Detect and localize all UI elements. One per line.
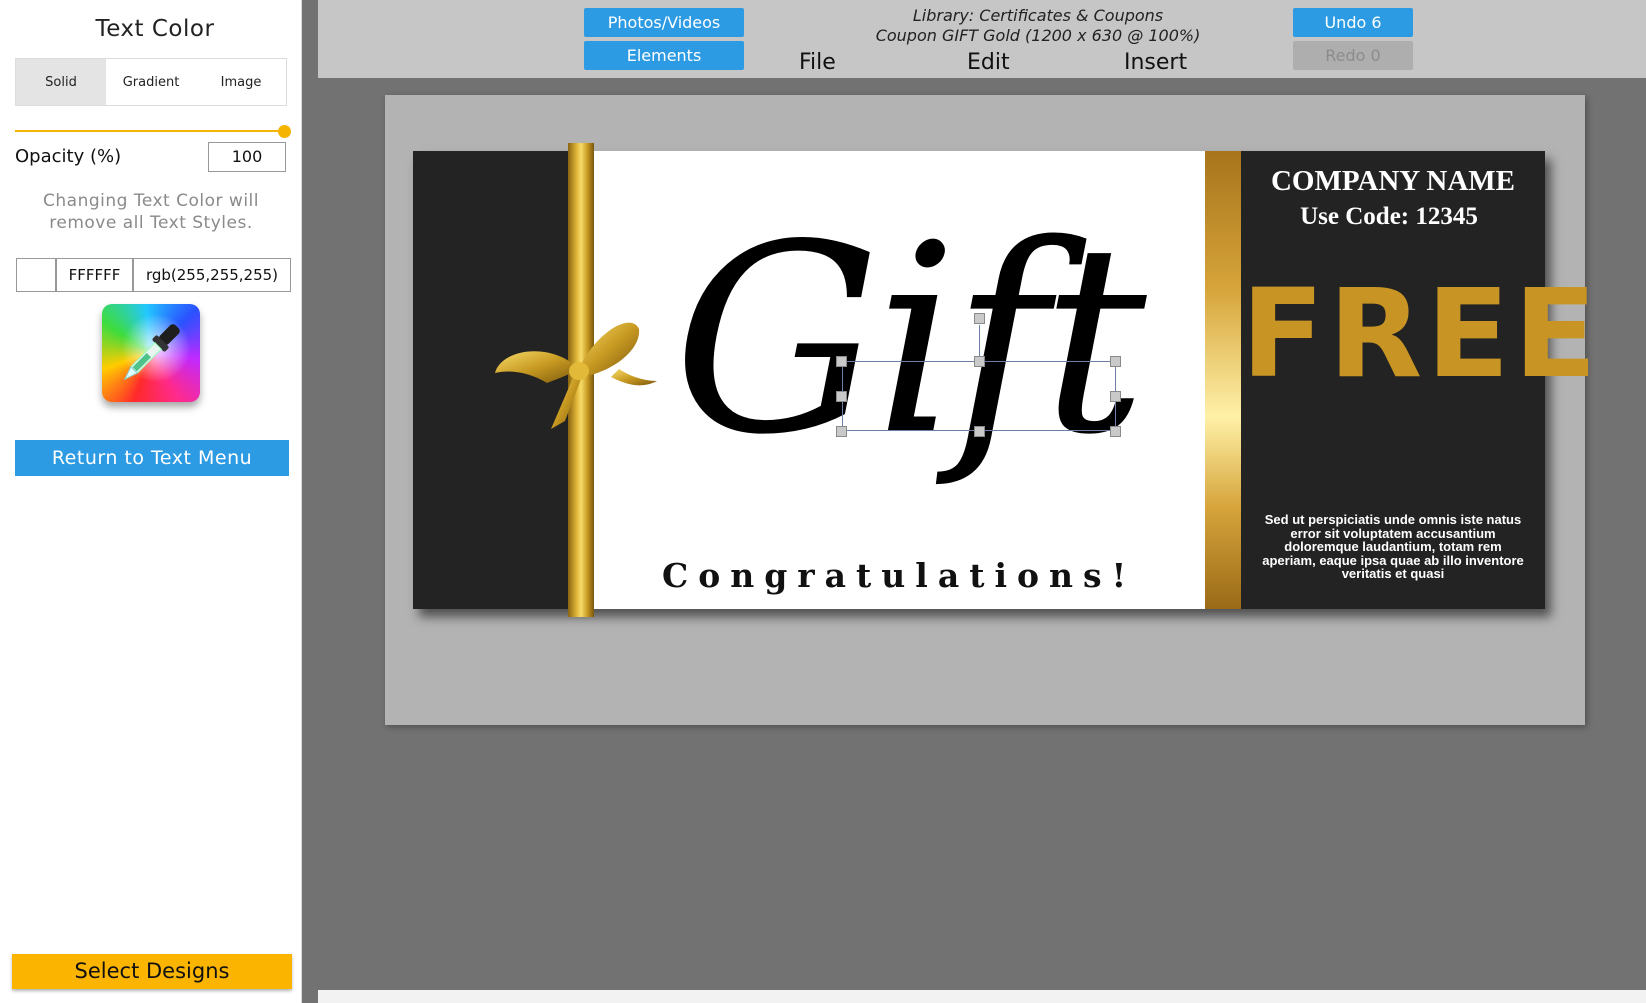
body-text[interactable]: Sed ut perspiciatis unde omnis iste natu… bbox=[1257, 513, 1529, 581]
rgb-color-input[interactable]: rgb(255,255,255) bbox=[133, 258, 291, 292]
resize-handle-s[interactable] bbox=[974, 426, 985, 437]
tab-image[interactable]: Image bbox=[196, 59, 286, 105]
resize-handle-w[interactable] bbox=[836, 391, 847, 402]
top-toolbar: Photos/Videos Elements Library: Certific… bbox=[318, 0, 1646, 78]
color-picker-eyedropper-icon[interactable] bbox=[102, 304, 200, 402]
document-name: Coupon GIFT Gold (1200 x 630 @ 100%) bbox=[875, 26, 1201, 45]
opacity-slider-handle[interactable] bbox=[278, 125, 291, 138]
menu-edit[interactable]: Edit bbox=[967, 50, 1010, 75]
menu-file[interactable]: File bbox=[799, 50, 836, 75]
use-code-text[interactable]: Use Code: 12345 bbox=[1241, 203, 1537, 231]
menu-insert[interactable]: Insert bbox=[1124, 50, 1187, 75]
rotate-handle[interactable] bbox=[974, 313, 985, 324]
elements-button[interactable]: Elements bbox=[584, 41, 744, 70]
panel-title: Text Color bbox=[95, 16, 215, 42]
resize-handle-e[interactable] bbox=[1110, 391, 1121, 402]
ribbon-bow-icon bbox=[495, 322, 657, 429]
gift-title-text[interactable]: Gift bbox=[673, 191, 1147, 491]
select-designs-button[interactable]: Select Designs bbox=[12, 954, 292, 989]
opacity-label: Opacity (%) bbox=[15, 146, 122, 167]
resize-handle-n[interactable] bbox=[974, 356, 985, 367]
return-to-text-menu-button[interactable]: Return to Text Menu bbox=[15, 440, 289, 476]
undo-button[interactable]: Undo 6 bbox=[1293, 8, 1413, 37]
tab-gradient[interactable]: Gradient bbox=[106, 59, 196, 105]
bottom-strip bbox=[318, 990, 1646, 1003]
color-swatch[interactable] bbox=[16, 258, 56, 292]
coupon-right-panel: COMPANY NAME Use Code: 12345 FREE Sed ut… bbox=[1241, 151, 1597, 609]
opacity-slider-track[interactable] bbox=[15, 130, 287, 132]
text-color-panel: Text Color Solid Gradient Image Opacity … bbox=[0, 0, 302, 1003]
resize-handle-sw[interactable] bbox=[836, 426, 847, 437]
library-title: Library: Certificates & Coupons bbox=[912, 6, 1164, 25]
company-name-text[interactable]: COMPANY NAME bbox=[1241, 165, 1545, 198]
selection-box[interactable] bbox=[842, 361, 1116, 431]
document-title: Library: Certificates & Coupons Coupon G… bbox=[818, 6, 1258, 46]
eyedropper-icon bbox=[123, 324, 180, 381]
tab-solid[interactable]: Solid bbox=[16, 59, 106, 105]
redo-button[interactable]: Redo 0 bbox=[1293, 41, 1413, 70]
photos-videos-button[interactable]: Photos/Videos bbox=[584, 8, 744, 37]
opacity-input[interactable]: 100 bbox=[208, 142, 286, 172]
fill-type-tabs: Solid Gradient Image bbox=[15, 58, 287, 106]
congratulations-text[interactable]: Congratulations! bbox=[593, 556, 1205, 595]
resize-handle-nw[interactable] bbox=[836, 356, 847, 367]
resize-handle-ne[interactable] bbox=[1110, 356, 1121, 367]
resize-handle-se[interactable] bbox=[1110, 426, 1121, 437]
color-warning-note: Changing Text Color will remove all Text… bbox=[43, 191, 259, 233]
hex-color-input[interactable]: FFFFFF bbox=[56, 258, 133, 292]
coupon-gold-bar bbox=[1205, 151, 1241, 609]
free-text[interactable]: FREE bbox=[1241, 269, 1597, 399]
